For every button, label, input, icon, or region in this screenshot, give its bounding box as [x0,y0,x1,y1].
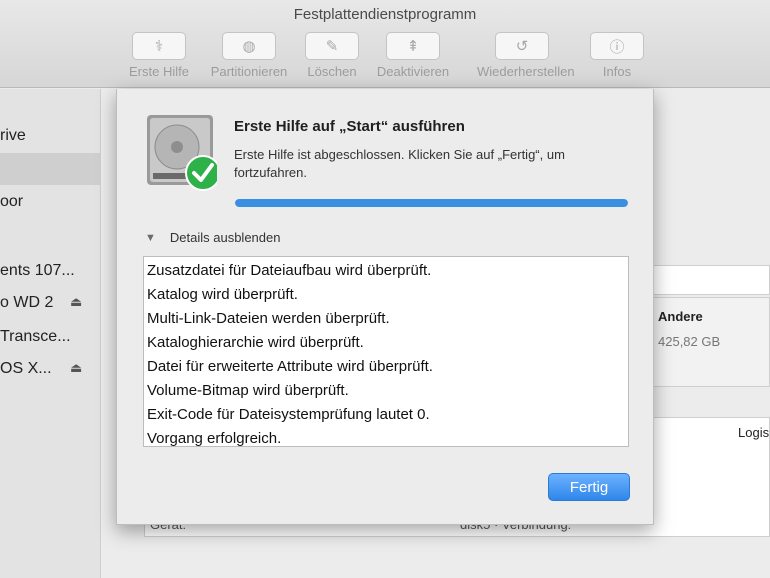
log-line: Katalog wird überprüft. [147,286,298,303]
sidebar-item-osx[interactable]: OS X... ⏏ [0,353,101,385]
first-aid-button[interactable]: ⚕ Erste Hilfe [114,32,204,79]
andere-label: Andere [658,309,703,324]
sidebar-item-volume[interactable]: oor [0,186,101,218]
first-aid-dialog: Erste Hilfe auf „Start“ ausführen Erste … [116,89,654,525]
window-title: Festplattendienstprogramm [293,6,477,23]
sidebar-item-label: ents 107... [0,262,75,279]
first-aid-label: Erste Hilfe [129,64,189,79]
sidebar-item-wd[interactable]: o WD 2 ⏏ [0,287,101,319]
log-line: Vorgang erfolgreich. [147,430,282,447]
sidebar-item-drive[interactable]: rive [0,120,101,152]
unmount-label: Deaktivieren [376,64,450,79]
info-icon: ⓘ [590,32,644,60]
erase-button[interactable]: ✎ Löschen [287,32,377,79]
sidebar-item-selected[interactable] [0,153,101,185]
andere-size: 425,82 GB [658,334,721,349]
eject-icon[interactable]: ⏏ [70,360,82,376]
log-line: Volume-Bitmap wird überprüft. [147,382,349,399]
eject-icon[interactable]: ⏏ [70,294,82,310]
disclosure-triangle-icon: ▼ [145,231,156,244]
done-button[interactable]: Fertig [548,473,630,501]
sidebar-item-transcend[interactable]: Transce... [0,321,101,353]
details-toggle[interactable]: ▼ Details ausblenden [145,230,280,245]
dialog-title: Erste Hilfe auf „Start“ ausführen [234,118,465,135]
log-line: Exit-Code für Dateisystemprüfung lautet … [147,406,430,423]
details-toggle-label: Details ausblenden [169,230,281,245]
sidebar-item-label: Transce... [0,328,71,345]
restore-icon: ↺ [495,32,549,60]
progress-bar-fill [235,199,628,207]
info-button[interactable]: ⓘ Infos [572,32,662,79]
erase-label: Löschen [307,64,357,79]
dialog-message: Erste Hilfe ist abgeschlossen. Klicken S… [234,147,565,180]
info-table-logis: Logis [738,425,770,440]
sidebar-item-label: oor [0,193,24,210]
sidebar-item-label: OS X... [0,360,52,377]
unmount-icon: ⇞ [386,32,440,60]
restore-label: Wiederherstellen [477,64,575,79]
log-line: Zusatzdatei für Dateiaufbau wird überprü… [147,262,432,279]
first-aid-icon: ⚕ [132,32,186,60]
log-line: Multi-Link-Dateien werden überprüft. [147,310,390,327]
restore-button[interactable]: ↺ Wiederherstellen [477,32,575,79]
partition-label: Partitionieren [210,64,288,79]
info-label: Infos [602,64,632,79]
window-titlebar: Festplattendienstprogramm ⚕ Erste Hilfe … [0,0,770,88]
sidebar-item-documents[interactable]: ents 107... [0,255,101,287]
details-log[interactable]: Zusatzdatei für Dateiaufbau wird überprü… [143,256,629,447]
sidebar-item-label: o WD 2 [0,294,54,311]
info-field [650,265,770,295]
erase-icon: ✎ [305,32,359,60]
hard-disk-check-icon [147,115,217,191]
progress-bar [235,199,628,207]
partition-button[interactable]: ◍ Partitionieren [204,32,294,79]
log-line: Datei für erweiterte Attribute wird über… [147,358,433,375]
unmount-button[interactable]: ⇞ Deaktivieren [368,32,458,79]
sidebar-item-label: rive [0,127,26,144]
partition-icon: ◍ [222,32,276,60]
sidebar: rive oor ents 107... o WD 2 ⏏ Transce...… [0,89,101,578]
log-line: Kataloghierarchie wird überprüft. [147,334,364,351]
